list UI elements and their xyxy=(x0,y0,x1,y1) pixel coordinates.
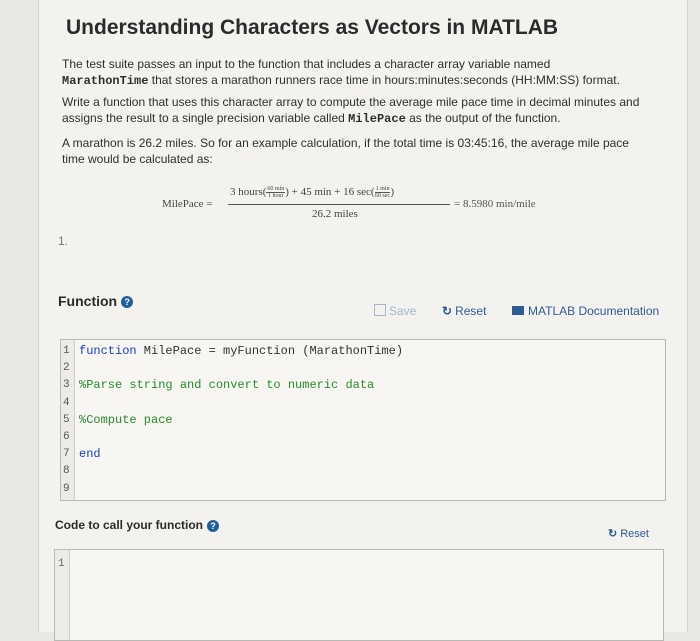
p2-rest: as the output of the function. xyxy=(405,111,561,125)
var-mile-pace: MilePace xyxy=(348,112,406,126)
eq-fraction-min-per-hour: 60 min 1 hour xyxy=(266,186,286,199)
keyword-end: end xyxy=(79,447,101,462)
p1-text: The test suite passes an input to the fu… xyxy=(62,57,551,71)
line-number: 3 xyxy=(63,379,70,392)
eq-f2-bot: 60 sec xyxy=(374,193,391,199)
book-icon xyxy=(512,306,524,315)
var-marathon-time: MarathonTime xyxy=(62,74,149,88)
call-label-text: Code to call your function xyxy=(55,518,204,532)
stray-mark: 1. xyxy=(58,234,69,248)
call-reset-button[interactable]: ↻ Reset xyxy=(608,527,649,540)
function-code-editor[interactable]: 1 function MilePace = myFunction (Maratho… xyxy=(60,339,666,501)
function-signature: MilePace = myFunction (MarathonTime) xyxy=(136,344,404,358)
help-icon-2[interactable]: ? xyxy=(207,519,220,532)
eq-num-b: ) + 45 min + 16 sec( xyxy=(285,186,375,199)
call-section-label: Code to call your function? xyxy=(55,518,220,532)
eq-fraction-min-per-sec: 1 min 60 sec xyxy=(374,186,391,199)
code-text: end xyxy=(79,446,101,463)
save-icon xyxy=(374,304,386,316)
line-number: 7 xyxy=(63,448,70,461)
eq-num-a: 3 hours( xyxy=(230,186,267,199)
function-section-label: Function? xyxy=(58,293,134,309)
equation-numerator: 3 hours(60 min 1 hour) + 45 min + 16 sec(… xyxy=(230,186,394,199)
page-title: Understanding Characters as Vectors in M… xyxy=(66,16,559,39)
line-number: 9 xyxy=(63,482,70,495)
keyword-function: function xyxy=(79,344,137,358)
line-number: 1 xyxy=(63,345,70,357)
code-line[interactable]: 1 function MilePace = myFunction (Maratho… xyxy=(61,343,665,360)
call-code-editor[interactable]: 1 xyxy=(54,549,664,641)
save-button[interactable]: Save xyxy=(374,304,416,318)
docs-label: MATLAB Documentation xyxy=(528,304,660,318)
matlab-documentation-link[interactable]: MATLAB Documentation xyxy=(512,304,659,318)
line-number: 4 xyxy=(63,396,70,409)
reset-icon: ↻ xyxy=(442,304,453,318)
description-paragraph-2: Write a function that uses this characte… xyxy=(62,94,652,127)
code-text: %Compute pace xyxy=(79,412,173,429)
description-paragraph-1: The test suite passes an input to the fu… xyxy=(62,56,662,89)
comment: %Parse string and convert to numeric dat… xyxy=(79,378,375,393)
help-icon[interactable]: ? xyxy=(121,296,134,309)
reset-label: Reset xyxy=(455,304,487,318)
fraction-bar xyxy=(228,204,450,205)
line-number: 2 xyxy=(63,362,70,375)
line-number: 8 xyxy=(63,465,70,478)
eq-f1-bot: 1 hour xyxy=(268,193,284,199)
code-line[interactable]: 4 xyxy=(61,395,665,412)
code-line[interactable]: 8 xyxy=(61,463,665,480)
line-number: 6 xyxy=(63,431,70,443)
comment: %Compute pace xyxy=(79,412,173,427)
line-number: 5 xyxy=(63,413,70,426)
equation-denominator: 26.2 miles xyxy=(312,208,358,220)
equation-result: = 8.5980 min/mile xyxy=(454,198,536,210)
eq-f1-top: 60 min xyxy=(266,186,286,193)
description-paragraph-3: A marathon is 26.2 miles. So for an exam… xyxy=(62,136,629,166)
p1-rest: that stores a marathon runners race time… xyxy=(148,73,620,87)
code-line[interactable]: 2 xyxy=(61,360,665,377)
call-reset-label: Reset xyxy=(620,528,649,540)
function-label-text: Function xyxy=(58,293,118,309)
eq-f2-top: 1 min xyxy=(374,186,391,193)
equation-lhs: MilePace = xyxy=(162,198,213,210)
eq-num-c: ) xyxy=(390,186,395,199)
reset-button[interactable]: ↻ Reset xyxy=(442,304,486,318)
code-line[interactable]: 3 %Parse string and convert to numeric da… xyxy=(61,377,665,394)
code-line[interactable]: 6 xyxy=(61,429,665,446)
code-line[interactable]: 7 end xyxy=(61,446,665,463)
code-line[interactable]: 5 %Compute pace xyxy=(61,412,665,429)
reset-icon-2: ↻ xyxy=(608,528,618,540)
code-text: %Parse string and convert to numeric dat… xyxy=(79,377,374,394)
pace-equation: MilePace = 3 hours(60 min 1 hour) + 45 mi… xyxy=(162,184,582,228)
save-label: Save xyxy=(389,304,417,318)
call-line-number: 1 xyxy=(58,558,65,570)
code-line[interactable]: 9 xyxy=(61,481,665,498)
code-text: function MilePace = myFunction (Marathon… xyxy=(79,343,403,360)
